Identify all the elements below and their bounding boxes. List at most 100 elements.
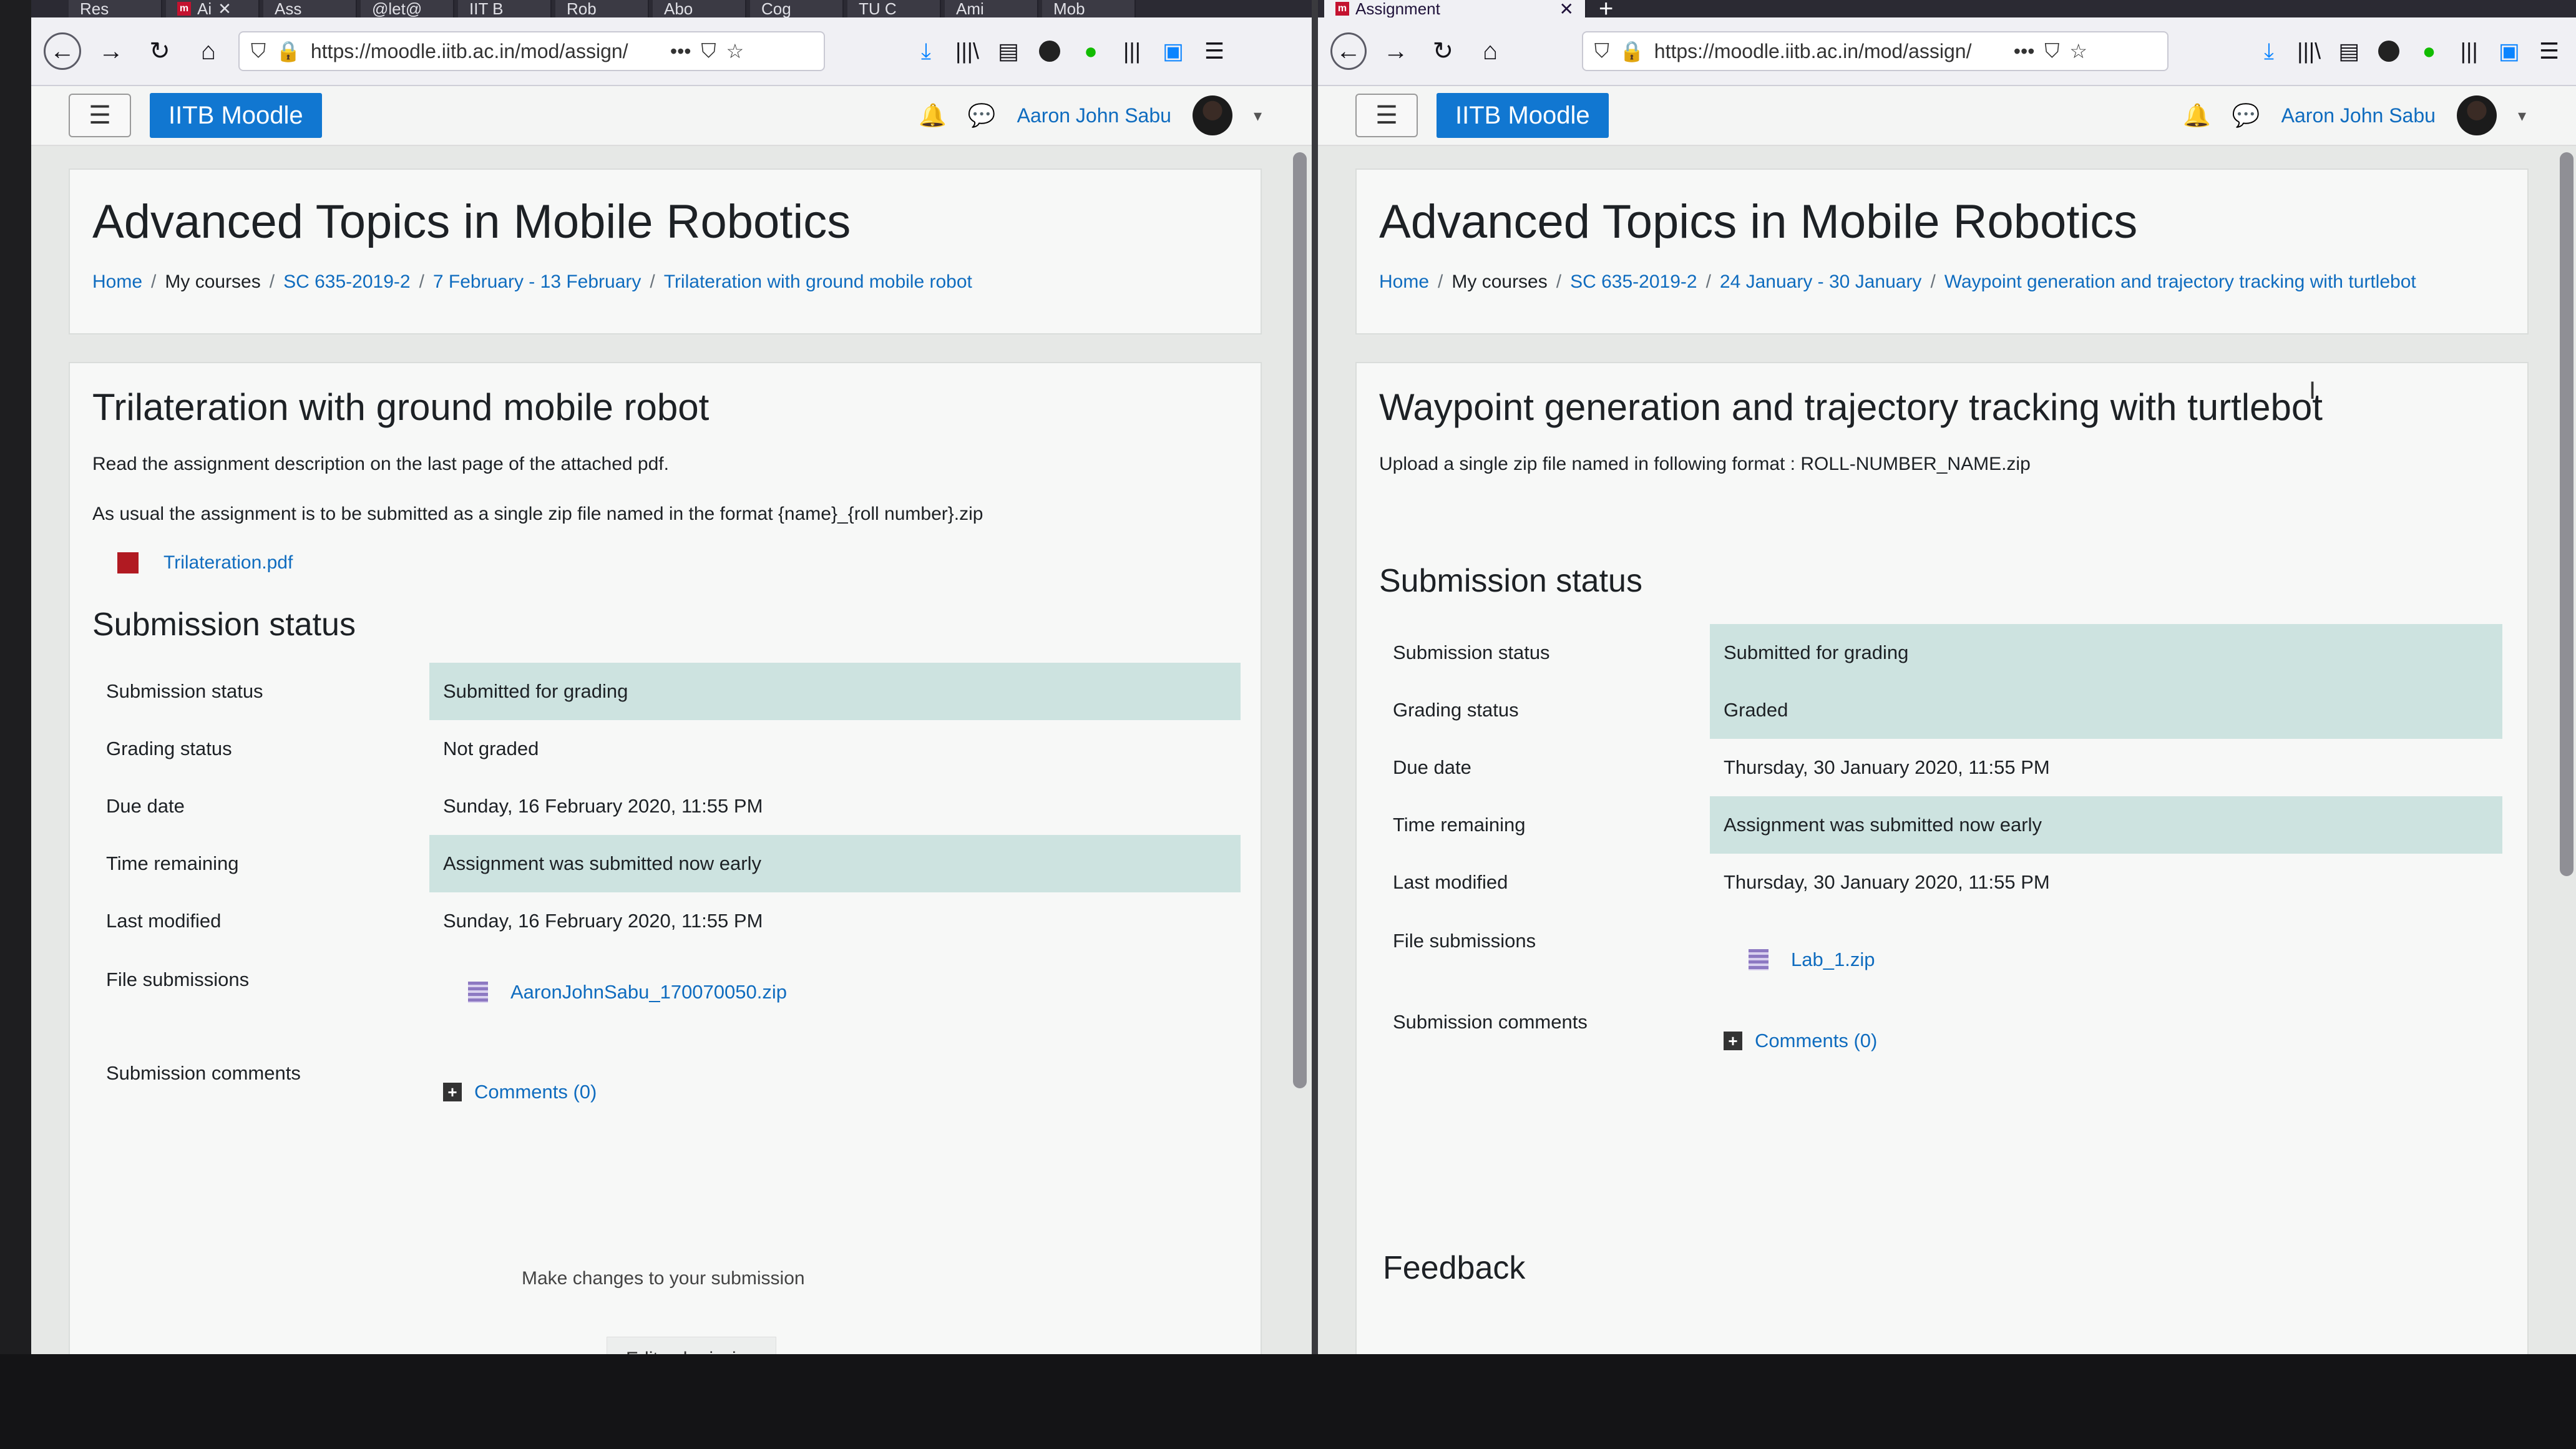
breadcrumb-course[interactable]: SC 635-2019-2 [1570, 271, 1697, 293]
bookmark-star-icon[interactable]: ☆ [726, 39, 744, 63]
tab[interactable]: TU C [847, 0, 941, 17]
message-icon[interactable]: 💬 [2232, 102, 2260, 129]
breadcrumb: Home / My courses / SC 635-2019-2/ 24 Janu… [1379, 271, 2416, 293]
activity-card: Waypoint generation and trajectory track… [1355, 362, 2529, 1354]
file-submission-link[interactable]: Lab_1.zip [1724, 949, 2502, 971]
drawer-toggle-button[interactable]: ☰ [69, 94, 131, 137]
grammarly-icon[interactable]: ● [2414, 36, 2443, 66]
close-tab-icon[interactable]: ✕ [218, 0, 232, 17]
user-name[interactable]: Aaron John Sabu [1017, 104, 1171, 127]
breadcrumb-home[interactable]: Home [92, 271, 142, 293]
site-brand[interactable]: IITB Moodle [150, 93, 322, 138]
pdf-file-icon [117, 552, 139, 573]
table-row: File submissions Lab_1.zip [1379, 911, 2502, 1005]
page-header-card: Advanced Topics in Mobile Robotics Home /… [1355, 168, 2529, 334]
row-value: Assignment was submitted now early [429, 835, 1241, 892]
close-tab-icon[interactable]: ✕ [1559, 0, 1574, 17]
message-icon[interactable]: 💬 [968, 102, 996, 129]
assignment-description: Read the assignment description on the l… [92, 454, 669, 474]
breadcrumb-activity[interactable]: Trilateration with ground mobile robot [664, 271, 972, 293]
sidebar-icon[interactable]: ▤ [2334, 36, 2363, 66]
comments-label[interactable]: Comments (0) [1755, 1030, 1877, 1052]
attachment-name[interactable]: Trilateration.pdf [163, 552, 293, 573]
row-label: Due date [106, 795, 185, 817]
moodle-favicon-icon: m [1335, 2, 1349, 16]
comments-link[interactable]: + Comments (0) [1724, 1030, 2502, 1052]
edit-submission-button[interactable]: Edit submission [607, 1337, 777, 1354]
home-icon[interactable]: ⌂ [1472, 32, 1508, 70]
chevron-down-icon[interactable]: ▾ [1254, 106, 1262, 125]
tab[interactable]: Ass [263, 0, 357, 17]
extension-blue-icon[interactable]: ▣ [1158, 36, 1188, 66]
back-arrow-icon[interactable]: ← [44, 32, 81, 70]
pocket-icon[interactable]: ⛉ [701, 39, 716, 63]
grammarly-icon[interactable]: ● [1076, 36, 1106, 66]
breadcrumb-my-courses[interactable]: My courses [1451, 271, 1547, 293]
menu-icon[interactable]: ☰ [1199, 36, 1229, 66]
extension-blue-icon[interactable]: ▣ [2495, 36, 2524, 66]
breadcrumb-activity[interactable]: Waypoint generation and trajectory track… [1944, 271, 2416, 293]
attachment-link[interactable]: Trilateration.pdf [117, 552, 1238, 573]
reload-icon[interactable]: ↻ [141, 32, 178, 70]
pocket-icon[interactable]: ⛉ [2044, 39, 2059, 63]
table-row: Due date Sunday, 16 February 2020, 11:55… [92, 778, 1241, 835]
comments-label[interactable]: Comments (0) [474, 1081, 597, 1103]
avatar[interactable] [2456, 95, 2497, 135]
menu-icon[interactable]: ☰ [2535, 36, 2564, 66]
tab[interactable]: Res [69, 0, 162, 17]
row-value: Assignment was submitted now early [1710, 796, 2502, 854]
breadcrumb-course[interactable]: SC 635-2019-2 [283, 271, 410, 293]
extension-icon[interactable] [2374, 36, 2403, 66]
bell-icon[interactable]: 🔔 [2183, 102, 2211, 129]
download-icon[interactable]: ⤓ [2255, 36, 2283, 66]
file-name[interactable]: AaronJohnSabu_170070050.zip [510, 981, 787, 1003]
tab[interactable]: Mob [1042, 0, 1136, 17]
bookmark-star-icon[interactable]: ☆ [2069, 39, 2087, 63]
tab[interactable]: Ami [945, 0, 1038, 17]
url-bar[interactable]: ⛉ 🔒 https://moodle.iitb.ac.in/mod/assign… [1581, 31, 2169, 71]
tab[interactable]: Abo [653, 0, 746, 17]
page-actions-icon[interactable]: ••• [670, 40, 691, 63]
extension-bars-icon[interactable]: ||| [1117, 36, 1147, 66]
forward-arrow-icon[interactable]: → [92, 32, 130, 70]
breadcrumb-section[interactable]: 7 February - 13 February [433, 271, 641, 293]
tab[interactable]: Cog [750, 0, 844, 17]
home-icon[interactable]: ⌂ [190, 32, 227, 70]
file-name[interactable]: Lab_1.zip [1791, 949, 1875, 971]
chevron-down-icon[interactable]: ▾ [2518, 106, 2526, 125]
drawer-toggle-button[interactable]: ☰ [1355, 94, 1418, 137]
back-arrow-icon[interactable]: ← [1330, 32, 1367, 70]
download-icon[interactable]: ⤓ [911, 36, 941, 66]
section-title: Submission status [1379, 563, 1642, 599]
window-divider [1312, 0, 1318, 1354]
monitor-bezel-left [0, 0, 31, 1354]
page-actions-icon[interactable]: ••• [2014, 40, 2035, 63]
scrollbar[interactable] [2560, 152, 2574, 876]
site-brand[interactable]: IITB Moodle [1437, 93, 1609, 138]
forward-arrow-icon[interactable]: → [1378, 32, 1414, 70]
url-bar[interactable]: ⛉ 🔒 https://moodle.iitb.ac.in/mod/assign… [238, 31, 825, 71]
tab-assignment[interactable]: m Assignment ✕ [1324, 0, 1586, 17]
breadcrumb-section[interactable]: 24 January - 30 January [1720, 271, 1922, 293]
user-name[interactable]: Aaron John Sabu [2281, 104, 2436, 127]
reload-icon[interactable]: ↻ [1425, 32, 1461, 70]
extension-bars-icon[interactable]: ||| [2455, 36, 2484, 66]
extension-icon[interactable] [1035, 36, 1065, 66]
avatar[interactable] [1192, 95, 1232, 135]
file-submission-link[interactable]: AaronJohnSabu_170070050.zip [443, 981, 1241, 1003]
page-content: Advanced Topics in Mobile Robotics Home /… [1318, 146, 2576, 1354]
tab[interactable]: m Ai ✕ [166, 0, 260, 17]
tab[interactable]: @let@ [361, 0, 454, 17]
tab[interactable]: Rob [555, 0, 649, 17]
row-value: Not graded [443, 738, 539, 759]
tab[interactable]: IIT B [458, 0, 552, 17]
scrollbar[interactable] [1293, 152, 1307, 1088]
sidebar-icon[interactable]: ▤ [993, 36, 1023, 66]
library-icon[interactable]: |||\ [2295, 36, 2323, 66]
library-icon[interactable]: |||\ [952, 36, 982, 66]
plus-icon: + [443, 1083, 462, 1101]
comments-link[interactable]: + Comments (0) [443, 1081, 1241, 1103]
breadcrumb-my-courses[interactable]: My courses [165, 271, 260, 293]
breadcrumb-home[interactable]: Home [1379, 271, 1429, 293]
bell-icon[interactable]: 🔔 [919, 102, 947, 129]
